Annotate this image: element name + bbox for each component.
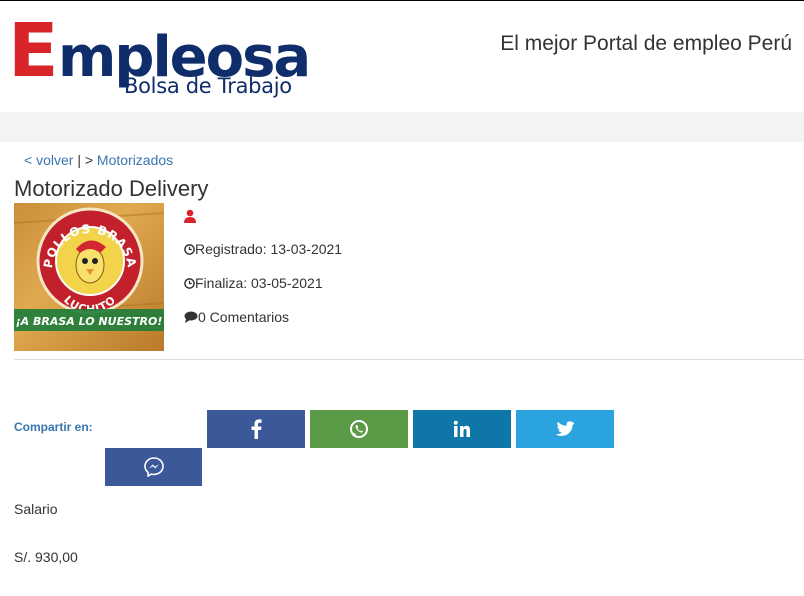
registered-date: Registrado: 13-03-2021 bbox=[184, 241, 342, 257]
comments-count[interactable]: 0 Comentarios bbox=[184, 309, 289, 325]
salary-value: S/. 930,00 bbox=[14, 549, 78, 565]
pollos-brasa-luchito-logo: POLLOS BRASA LUCHITO ¡A BRASA LO NUESTRO… bbox=[14, 207, 164, 331]
site-logo[interactable]: E mpleosa Bolsa de Trabajo bbox=[8, 8, 311, 106]
share-facebook-button[interactable] bbox=[207, 410, 305, 448]
job-title: Motorizado Delivery bbox=[14, 176, 209, 201]
share-linkedin-button[interactable] bbox=[413, 410, 511, 448]
share-twitter-button[interactable] bbox=[516, 410, 614, 448]
top-border bbox=[0, 0, 804, 1]
linkedin-icon bbox=[453, 420, 470, 437]
logo-subtitle: Bolsa de Trabajo bbox=[124, 74, 292, 98]
divider bbox=[14, 359, 804, 360]
salary-label: Salario bbox=[14, 501, 58, 517]
clock-icon bbox=[184, 278, 195, 289]
share-label: Compartir en: bbox=[14, 420, 93, 434]
messenger-icon bbox=[143, 457, 164, 477]
share-messenger-button[interactable] bbox=[105, 448, 202, 486]
back-link[interactable]: < volver bbox=[24, 152, 73, 168]
twitter-icon bbox=[555, 421, 575, 436]
comments-text: 0 Comentarios bbox=[198, 309, 290, 325]
user-icon bbox=[184, 209, 196, 223]
company-logo-image: POLLOS BRASA LUCHITO ¡A BRASA LO NUESTRO… bbox=[14, 203, 164, 351]
end-date-text: Finaliza: 03-05-2021 bbox=[195, 275, 323, 291]
site-tagline: El mejor Portal de empleo Perú bbox=[500, 32, 792, 55]
whatsapp-icon bbox=[350, 420, 368, 438]
share-whatsapp-button[interactable] bbox=[310, 410, 408, 448]
logo-letter-e: E bbox=[8, 8, 59, 94]
registered-text: Registrado: 13-03-2021 bbox=[195, 241, 343, 257]
logo-slogan: ¡A BRASA LO NUESTRO! bbox=[16, 315, 163, 328]
breadcrumb-separator: | > bbox=[77, 152, 94, 168]
comment-icon bbox=[184, 311, 198, 323]
nav-band bbox=[0, 112, 804, 142]
facebook-icon bbox=[251, 419, 262, 439]
end-date: Finaliza: 03-05-2021 bbox=[184, 275, 323, 291]
breadcrumb-category-link[interactable]: Motorizados bbox=[97, 152, 173, 168]
clock-icon bbox=[184, 244, 195, 255]
breadcrumb: < volver | > Motorizados bbox=[24, 152, 173, 168]
